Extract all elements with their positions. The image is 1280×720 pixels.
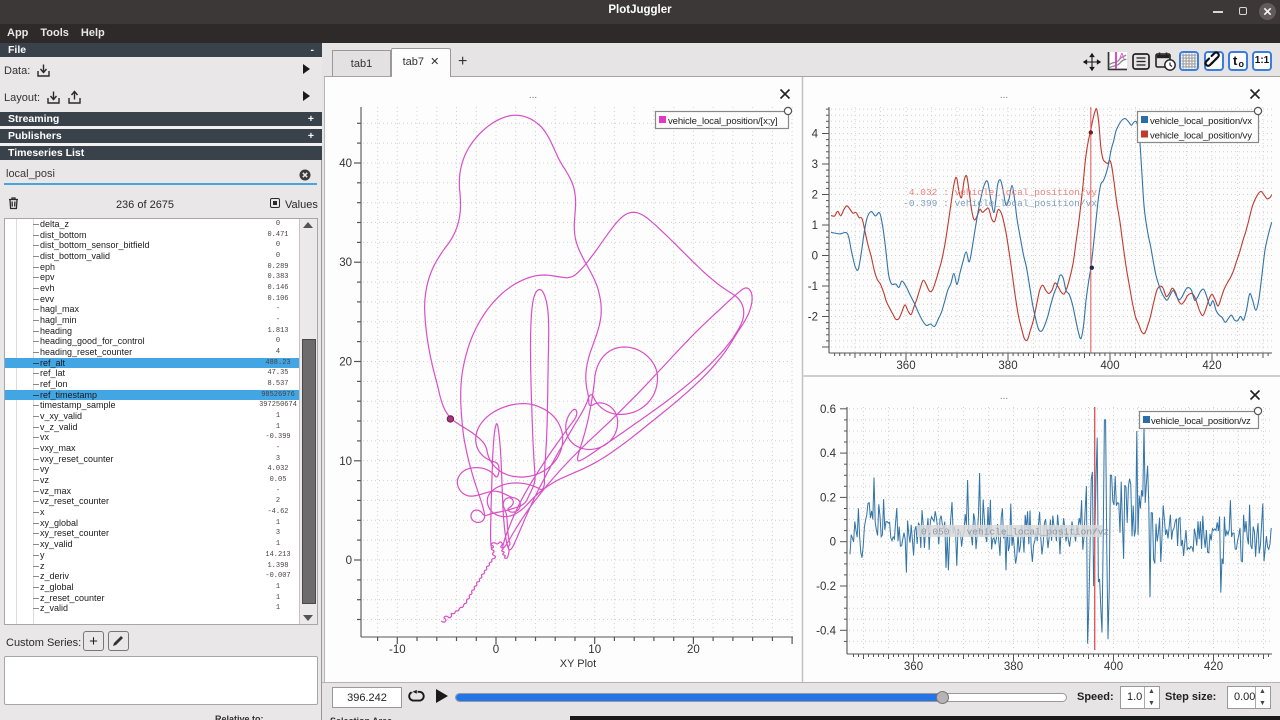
svg-text:30: 30 <box>339 257 352 269</box>
svg-text:20: 20 <box>339 357 352 369</box>
svg-text:360: 360 <box>896 360 915 372</box>
svg-text:360: 360 <box>904 661 923 673</box>
svg-text:-0.4: -0.4 <box>816 625 836 637</box>
svg-text:0: 0 <box>493 644 499 656</box>
svg-text:vehicle_local_position/vz: vehicle_local_position/vz <box>1151 416 1251 427</box>
svg-text:400: 400 <box>1100 360 1119 372</box>
svg-text:4: 4 <box>812 129 819 141</box>
svg-text:10: 10 <box>588 644 601 656</box>
svg-text:0.2: 0.2 <box>820 492 836 504</box>
svg-text:...: ... <box>1000 90 1008 101</box>
svg-text:40: 40 <box>339 158 352 170</box>
svg-text:vehicle_local_position/vx: vehicle_local_position/vx <box>1150 116 1252 127</box>
svg-text:0: 0 <box>830 537 836 549</box>
svg-text:-0.399 : vehicle_local_positio: -0.399 : vehicle_local_position/vx <box>903 198 1097 209</box>
svg-text:-1: -1 <box>808 281 818 293</box>
svg-text:20: 20 <box>687 644 700 656</box>
svg-text:vehicle_local_position/[x;y]: vehicle_local_position/[x;y] <box>668 116 777 127</box>
svg-text:0.6: 0.6 <box>820 404 836 416</box>
svg-text:420: 420 <box>1204 661 1223 673</box>
svg-text:0.050 : vehicle_local_position: 0.050 : vehicle_local_position/vz <box>921 527 1109 538</box>
svg-text:380: 380 <box>998 360 1017 372</box>
svg-text:0: 0 <box>812 251 818 263</box>
svg-text:2: 2 <box>812 190 818 202</box>
svg-text:...: ... <box>529 90 537 101</box>
svg-text:0.4: 0.4 <box>820 448 837 460</box>
svg-text:...: ... <box>1000 391 1008 402</box>
svg-text:vehicle_local_position/vy: vehicle_local_position/vy <box>1150 131 1252 142</box>
svg-text:420: 420 <box>1202 360 1221 372</box>
svg-text:XY Plot: XY Plot <box>560 658 597 670</box>
svg-text:3: 3 <box>812 159 818 171</box>
svg-text:4.032 : vehicle_local_position: 4.032 : vehicle_local_position/vy <box>909 187 1097 198</box>
svg-text:10: 10 <box>339 456 352 468</box>
svg-text:380: 380 <box>1004 661 1023 673</box>
svg-text:A: A <box>1119 52 1125 61</box>
svg-text:-10: -10 <box>389 644 406 656</box>
svg-text:400: 400 <box>1104 661 1123 673</box>
svg-text:1: 1 <box>812 220 818 232</box>
svg-text:0: 0 <box>346 555 352 567</box>
svg-text:-2: -2 <box>808 312 818 324</box>
svg-text:-0.2: -0.2 <box>816 581 836 593</box>
